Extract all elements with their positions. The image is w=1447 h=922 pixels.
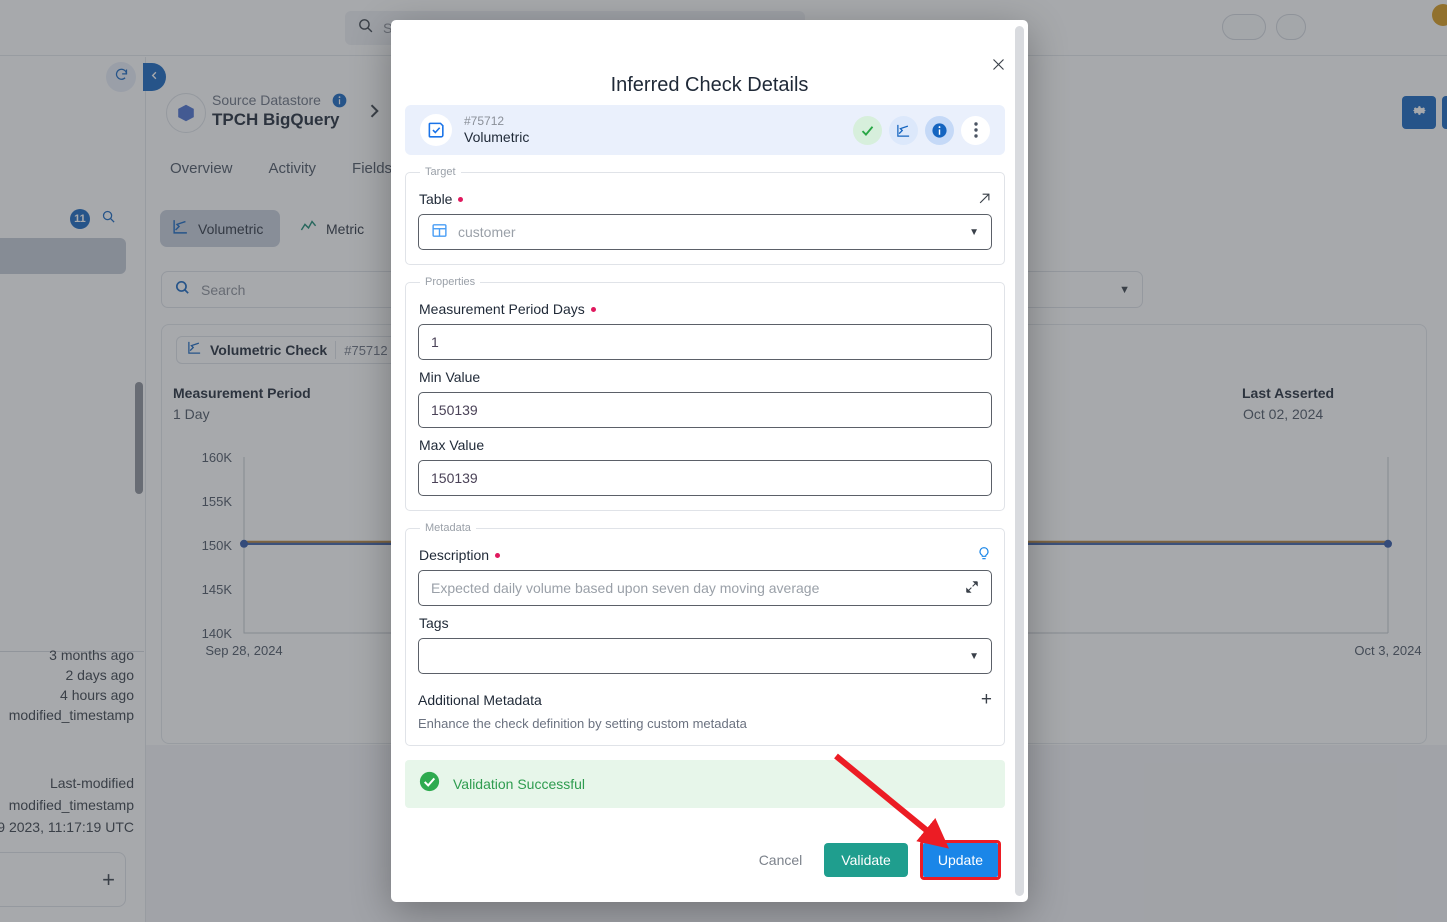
max-value-value: 150139	[431, 470, 478, 486]
chevron-down-icon[interactable]: ▼	[969, 651, 979, 662]
additional-metadata-row: Additional Metadata +	[418, 690, 992, 709]
properties-legend: Properties	[425, 276, 476, 288]
lightbulb-icon[interactable]	[976, 545, 992, 563]
status-ok-icon[interactable]	[853, 115, 882, 145]
check-summary-texts: #75712 Volumetric	[464, 114, 529, 147]
success-check-icon	[419, 771, 440, 797]
close-icon[interactable]	[987, 53, 1009, 75]
max-value-label: Max Value	[419, 437, 485, 453]
min-value-label: Min Value	[419, 369, 481, 385]
measurement-period-days-label: Measurement Period Days	[419, 301, 992, 317]
description-label-text: Description	[419, 547, 490, 563]
metadata-group: Metadata Description Expected daily volu…	[405, 522, 1005, 746]
check-id: #75712	[464, 113, 505, 128]
dialog-scrollbar[interactable]	[1015, 26, 1024, 896]
table-icon	[431, 222, 448, 242]
update-button-highlight: Update	[919, 840, 1001, 880]
description-input[interactable]: Expected daily volume based upon seven d…	[418, 570, 992, 606]
additional-metadata-hint: Enhance the check definition by setting …	[418, 716, 747, 731]
plus-icon[interactable]: +	[981, 690, 992, 709]
min-value-input[interactable]: 150139	[418, 392, 992, 428]
target-group: Target Table customer ▼	[405, 166, 1005, 265]
validation-text: Validation Successful	[453, 776, 586, 792]
max-value-input[interactable]: 150139	[418, 460, 992, 496]
measurement-period-days-label-text: Measurement Period Days	[419, 301, 585, 317]
table-label-text: Table	[419, 191, 453, 207]
min-value-value: 150139	[431, 402, 478, 418]
check-document-icon	[420, 114, 452, 146]
description-value: Expected daily volume based upon seven d…	[431, 580, 820, 596]
check-summary-header: #75712 Volumetric	[405, 105, 1005, 155]
tags-select[interactable]: ▼	[418, 638, 992, 674]
table-label: Table	[419, 191, 464, 207]
tags-label: Tags	[419, 615, 449, 631]
info-icon[interactable]	[925, 115, 954, 145]
description-label: Description	[419, 547, 501, 563]
external-link-icon[interactable]	[977, 191, 992, 206]
update-button[interactable]: Update	[922, 843, 998, 877]
description-label-row: Description	[418, 538, 992, 570]
dialog-footer: Cancel Validate Update	[405, 840, 1005, 880]
target-legend: Target	[425, 166, 456, 178]
required-indicator	[590, 306, 596, 312]
additional-metadata-label: Additional Metadata	[418, 691, 542, 708]
measurement-period-days-value: 1	[431, 334, 439, 350]
volumetric-chart-icon[interactable]	[889, 115, 918, 145]
expand-icon[interactable]	[965, 580, 979, 597]
app-root: Search datastores, containers and fields…	[0, 0, 1447, 922]
metadata-legend: Metadata	[425, 522, 471, 534]
check-type: Volumetric	[464, 128, 530, 145]
required-indicator	[458, 196, 464, 202]
dialog-body: #75712 Volumetric Target Table customer …	[405, 105, 1005, 880]
validation-banner: Validation Successful	[405, 760, 1005, 808]
measurement-period-days-input[interactable]: 1	[418, 324, 992, 360]
chevron-down-icon[interactable]: ▼	[969, 227, 979, 238]
cancel-button[interactable]: Cancel	[749, 846, 813, 874]
validate-button[interactable]: Validate	[824, 843, 908, 877]
inferred-check-details-dialog: Inferred Check Details #75712 Volumetric	[391, 20, 1028, 902]
properties-group: Properties Measurement Period Days 1 Min…	[405, 276, 1005, 511]
table-value: customer	[458, 224, 516, 240]
required-indicator	[495, 552, 501, 558]
table-select[interactable]: customer ▼	[418, 214, 992, 250]
table-label-row: Table	[418, 182, 992, 214]
more-vertical-icon[interactable]	[961, 115, 990, 145]
dialog-title: Inferred Check Details	[610, 74, 809, 96]
check-action-buttons	[853, 115, 990, 145]
